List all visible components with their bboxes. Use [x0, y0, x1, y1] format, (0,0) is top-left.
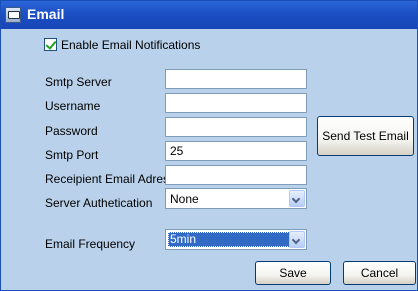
- chevron-down-icon[interactable]: [289, 190, 305, 207]
- server-auth-value: None: [170, 192, 199, 206]
- smtp-port-input[interactable]: [165, 141, 307, 161]
- save-button[interactable]: Save: [255, 261, 331, 285]
- recipient-email-input[interactable]: [165, 165, 307, 185]
- server-auth-select[interactable]: None: [165, 188, 307, 209]
- cancel-button[interactable]: Cancel: [343, 261, 416, 285]
- chevron-down-icon[interactable]: [289, 231, 305, 248]
- server-auth-label: Server Authetication: [45, 196, 153, 210]
- recipient-email-label: Receipient Email Adress: [45, 172, 176, 186]
- smtp-port-label: Smtp Port: [45, 148, 99, 162]
- window-title: Email: [27, 6, 65, 22]
- enable-notifications-label: Enable Email Notifications: [61, 38, 201, 52]
- enable-notifications-checkbox[interactable]: [44, 38, 57, 51]
- password-input[interactable]: [165, 117, 307, 137]
- email-settings-window: Email Enable Email Notifications Smtp Se…: [0, 0, 418, 291]
- app-icon: [5, 7, 21, 23]
- email-frequency-value: 5min: [168, 232, 290, 247]
- email-frequency-select[interactable]: 5min: [165, 229, 307, 250]
- username-label: Username: [45, 99, 101, 113]
- checkmark-icon: [45, 38, 57, 50]
- email-frequency-label: Email Frequency: [45, 237, 136, 251]
- password-label: Password: [45, 124, 98, 138]
- smtp-server-label: Smtp Server: [45, 75, 112, 89]
- username-input[interactable]: [165, 93, 307, 113]
- title-bar: Email: [1, 1, 417, 29]
- smtp-server-input[interactable]: [165, 69, 307, 89]
- send-test-email-button[interactable]: Send Test Email: [317, 116, 414, 156]
